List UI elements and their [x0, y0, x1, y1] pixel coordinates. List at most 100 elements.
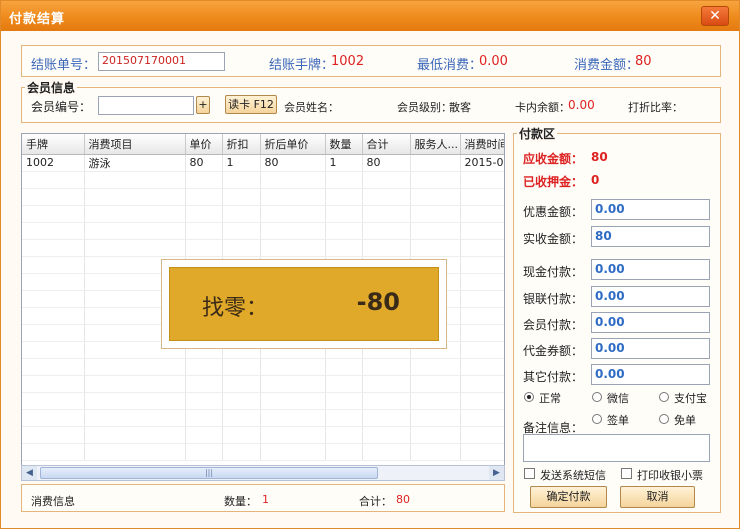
table-row: [22, 375, 504, 393]
column-header[interactable]: 单价: [185, 134, 223, 155]
table-row: [22, 205, 504, 223]
bill-no-value: 201507170001: [102, 54, 186, 67]
voucher-input[interactable]: 0.00: [591, 338, 710, 359]
member-pay-label: 会员付款：: [523, 318, 584, 332]
mode-free-label: 免单: [674, 414, 696, 427]
min-consume-label: 最低消费：: [417, 58, 483, 73]
mode-wechat-radio[interactable]: [592, 392, 602, 402]
mode-free-radio[interactable]: [659, 414, 669, 424]
mode-wechat-label: 微信: [607, 392, 629, 405]
scroll-thumb-grip: |||: [204, 468, 214, 477]
table-row: [22, 409, 504, 427]
deposit-label: 已收押金：: [523, 175, 584, 189]
table-row: [22, 239, 504, 257]
member-lookup-button[interactable]: +: [196, 96, 210, 114]
remark-input[interactable]: [523, 434, 710, 462]
mode-sign-radio[interactable]: [592, 414, 602, 424]
read-card-label: 读卡 F12: [228, 98, 274, 111]
unionpay-value: 0.00: [595, 289, 625, 303]
other-pay-label: 其它付款：: [523, 370, 584, 384]
cash-pay-input[interactable]: 0.00: [591, 259, 710, 280]
table-row: [22, 171, 504, 189]
cancel-button[interactable]: 取消: [620, 486, 695, 508]
horizontal-scrollbar[interactable]: ◀ ||| ▶: [21, 465, 505, 481]
consume-amount-value: 80: [635, 54, 652, 69]
deposit-value: 0: [591, 173, 600, 187]
member-info-title: 会员信息: [25, 79, 78, 96]
table-cell: 1: [222, 154, 261, 172]
table-cell: 80: [260, 154, 326, 172]
payment-title: 付款区: [517, 125, 558, 142]
table-cell: [410, 154, 461, 172]
scroll-right-icon[interactable]: ▶: [489, 466, 504, 480]
scroll-left-icon[interactable]: ◀: [22, 466, 37, 480]
voucher-value: 0.00: [595, 341, 625, 355]
send-sms-checkbox[interactable]: [524, 468, 535, 479]
scroll-thumb[interactable]: |||: [40, 467, 378, 479]
tag-value: 1002: [331, 54, 365, 69]
cash-pay-label: 现金付款：: [523, 265, 584, 279]
mode-alipay-radio[interactable]: [659, 392, 669, 402]
column-header[interactable]: 手牌: [22, 134, 85, 155]
summary-count-value: 1: [262, 493, 269, 506]
summary-label: 消费信息: [31, 495, 75, 508]
send-sms-label: 发送系统短信: [540, 469, 606, 482]
bill-no-input[interactable]: 201507170001: [98, 52, 225, 71]
table-row: [22, 188, 504, 206]
table-row: [22, 426, 504, 444]
member-id-label: 会员编号：: [31, 100, 92, 114]
confirm-payment-label: 确定付款: [546, 490, 591, 503]
print-receipt-checkbox[interactable]: [621, 468, 632, 479]
receivable-label: 应收金额：: [523, 152, 584, 166]
change-label: 找零：: [202, 296, 269, 321]
other-pay-value: 0.00: [595, 367, 625, 381]
table-row[interactable]: 1002 游泳 80 1 80 1 80 2015-07-17: [22, 154, 504, 172]
column-header[interactable]: 合计: [362, 134, 411, 155]
close-button[interactable]: ✕: [701, 6, 729, 26]
mode-normal-label: 正常: [539, 392, 561, 405]
card-balance-label: 卡内余额：: [515, 101, 570, 114]
table-cell: 80: [362, 154, 411, 172]
column-header[interactable]: 消费项目: [84, 134, 186, 155]
member-id-input[interactable]: [98, 96, 194, 115]
card-balance-value: 0.00: [568, 98, 595, 112]
column-header[interactable]: 消费时间: [460, 134, 504, 155]
close-icon: ✕: [709, 8, 721, 24]
summary-count-label: 数量：: [224, 495, 257, 508]
member-level-value: 散客: [449, 101, 471, 114]
table-cell: 游泳: [84, 154, 186, 172]
change-display: 找零： -80: [161, 259, 447, 349]
change-panel: 找零： -80: [169, 267, 439, 341]
plus-icon: +: [198, 98, 208, 111]
discount-rate-label: 打折比率：: [628, 101, 683, 114]
actual-amount-value: 80: [595, 229, 612, 243]
cash-pay-value: 0.00: [595, 262, 625, 276]
unionpay-input[interactable]: 0.00: [591, 286, 710, 307]
column-header[interactable]: 服务人...: [410, 134, 461, 155]
print-receipt-label: 打印收银小票: [637, 469, 703, 482]
table-cell: 1002: [22, 154, 85, 172]
table-row: [22, 443, 504, 461]
unionpay-label: 银联付款：: [523, 292, 584, 306]
member-pay-input[interactable]: 0.00: [591, 312, 710, 333]
column-header[interactable]: 数量: [325, 134, 363, 155]
other-pay-input[interactable]: 0.00: [591, 364, 710, 385]
table-cell: 80: [185, 154, 223, 172]
cancel-label: 取消: [646, 490, 669, 503]
column-header[interactable]: 折扣: [222, 134, 261, 155]
discount-amount-input[interactable]: 0.00: [591, 199, 710, 220]
discount-amount-value: 0.00: [595, 202, 625, 216]
payment-window: 付款结算 ✕ 结账单号： 201507170001 结账手牌： 1002 最低消…: [0, 0, 740, 529]
mode-alipay-label: 支付宝: [674, 392, 707, 405]
actual-amount-input[interactable]: 80: [591, 226, 710, 247]
table-row: [22, 392, 504, 410]
member-level-label: 会员级别：: [397, 101, 452, 114]
confirm-payment-button[interactable]: 确定付款: [530, 486, 607, 508]
mode-normal-radio[interactable]: [524, 392, 534, 402]
table-cell: 2015-07-17: [460, 154, 504, 172]
table-header-row: 手牌 消费项目 单价 折扣 折后单价 数量 合计 服务人... 消费时间: [22, 134, 504, 155]
column-header[interactable]: 折后单价: [260, 134, 326, 155]
read-card-button[interactable]: 读卡 F12: [225, 95, 277, 114]
title-bar: 付款结算 ✕: [1, 1, 739, 31]
member-name-label: 会员姓名：: [284, 101, 339, 114]
